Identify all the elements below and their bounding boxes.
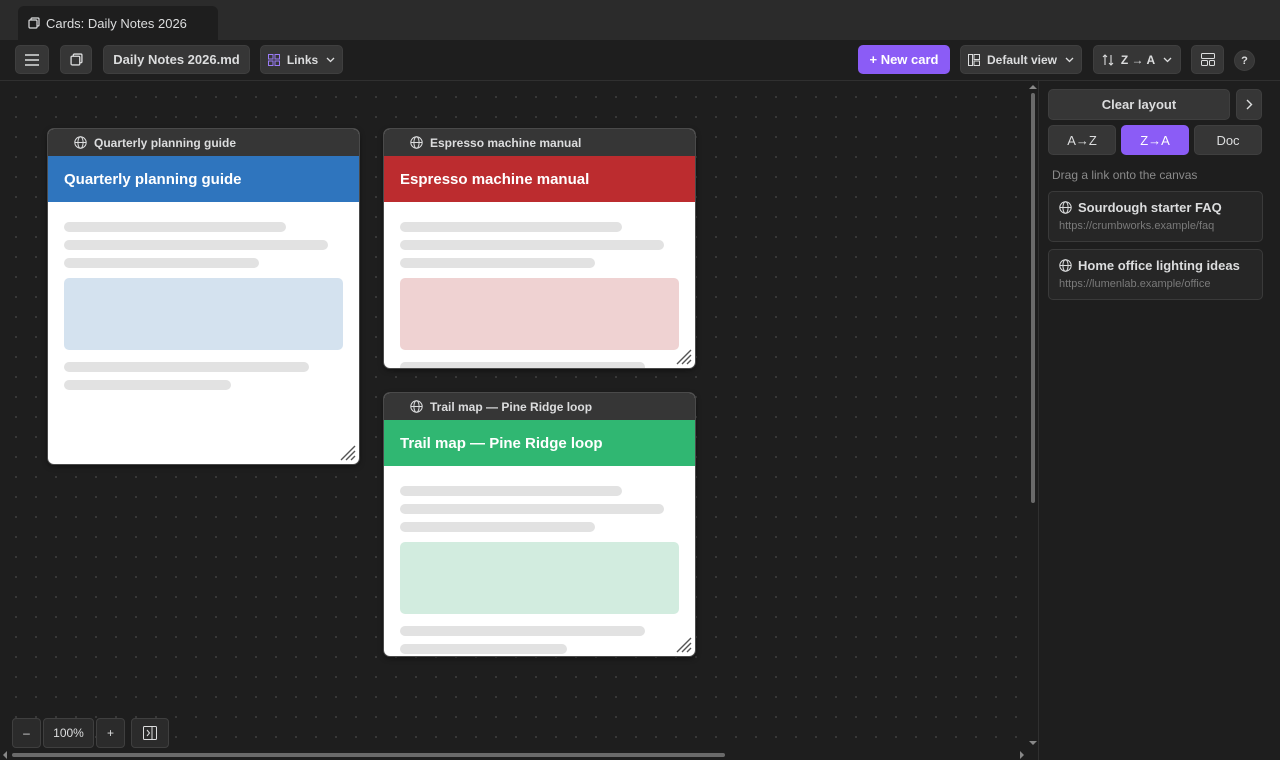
skeleton-line: [64, 222, 286, 232]
skeleton-line: [400, 222, 622, 232]
skeleton-line: [64, 240, 328, 250]
card-title: Trail map — Pine Ridge loop: [384, 420, 695, 466]
horizontal-scrollbar[interactable]: [0, 749, 1028, 760]
chevron-right-icon: [1246, 99, 1252, 110]
view-select[interactable]: Default view: [960, 45, 1082, 74]
skeleton-line: [64, 258, 259, 268]
expand-panel-button[interactable]: [1236, 89, 1262, 120]
skeleton-line: [400, 486, 622, 496]
skeleton-line: [400, 362, 645, 368]
card-header-label: Quarterly planning guide: [94, 135, 237, 150]
toolbar: Daily Notes 2026.md Links + New card Def…: [0, 40, 1280, 81]
card-title: Espresso machine manual: [384, 156, 695, 202]
globe-icon: [1059, 201, 1072, 214]
zoom-in-button[interactable]: +: [96, 718, 125, 748]
toggle-panel-button[interactable]: [1191, 45, 1224, 74]
grid-icon: [267, 53, 280, 66]
hamburger-icon: [25, 53, 39, 66]
links-panel: Clear layout A→Z Z→A Doc Drag a link ont…: [1038, 81, 1280, 760]
globe-icon: [410, 400, 423, 413]
link-url: https://lumenlab.example/office: [1059, 278, 1211, 290]
sort-az-button[interactable]: A→Z: [1048, 125, 1116, 155]
card-header-label: Trail map — Pine Ridge loop: [430, 399, 593, 414]
file-name-button[interactable]: Daily Notes 2026.md: [103, 45, 250, 74]
sort-za-button[interactable]: Z→A: [1121, 125, 1189, 155]
skeleton-line: [400, 240, 664, 250]
horizontal-scroll-thumb[interactable]: [12, 753, 725, 757]
resize-handle-icon[interactable]: [336, 441, 356, 461]
image-placeholder: [64, 278, 343, 350]
chevron-down-icon: [1065, 57, 1074, 62]
card-header[interactable]: Trail map — Pine Ridge loop: [384, 393, 695, 420]
canvas[interactable]: Quarterly planning guide Quarterly plann…: [0, 81, 1028, 749]
card-header[interactable]: Espresso machine manual: [384, 129, 695, 156]
sort-select[interactable]: Z → A: [1093, 45, 1181, 74]
copy-icon: [28, 17, 40, 29]
card-preview: [48, 202, 359, 390]
link-url: https://crumbworks.example/faq: [1059, 220, 1215, 232]
scroll-left-icon[interactable]: [1, 750, 9, 760]
zoom-controls: – 100% +: [12, 718, 169, 748]
fit-view-icon: [143, 726, 157, 740]
new-card-button[interactable]: + New card: [858, 45, 950, 74]
chevron-down-icon: [1163, 57, 1172, 62]
skeleton-line: [64, 362, 309, 372]
help-button[interactable]: ?: [1234, 50, 1255, 71]
tab-title: Cards: Daily Notes 2026: [46, 15, 187, 31]
vertical-scroll-thumb[interactable]: [1031, 93, 1035, 503]
card-trail-map[interactable]: Trail map — Pine Ridge loop Trail map — …: [384, 393, 695, 656]
menu-button[interactable]: [15, 45, 49, 74]
link-item-sourdough[interactable]: Sourdough starter FAQ https://crumbworks…: [1048, 191, 1263, 242]
skeleton-line: [400, 626, 645, 636]
sort-icon: [1102, 53, 1114, 66]
zoom-out-button[interactable]: –: [12, 718, 41, 748]
layout-icon: [967, 53, 980, 66]
skeleton-line: [400, 522, 595, 532]
panel-icon: [1200, 53, 1215, 66]
links-label: Links: [286, 52, 319, 67]
image-placeholder: [400, 542, 679, 614]
globe-icon: [1059, 259, 1072, 272]
card-preview: [384, 466, 695, 654]
fit-view-button[interactable]: [131, 718, 169, 748]
card-header-label: Espresso machine manual: [430, 135, 582, 150]
globe-icon: [74, 136, 87, 149]
tab-cards-daily-notes[interactable]: Cards: Daily Notes 2026: [18, 6, 218, 40]
vertical-scrollbar[interactable]: [1028, 81, 1038, 749]
scroll-right-icon[interactable]: [1018, 750, 1026, 760]
view-label: Default view: [986, 52, 1058, 67]
skeleton-line: [400, 504, 664, 514]
image-placeholder: [400, 278, 679, 350]
scroll-down-icon[interactable]: [1028, 739, 1038, 747]
skeleton-line: [64, 380, 231, 390]
drag-hint: Drag a link onto the canvas: [1052, 168, 1198, 182]
scroll-up-icon[interactable]: [1028, 83, 1038, 91]
resize-handle-icon[interactable]: [672, 633, 692, 653]
card-header[interactable]: Quarterly planning guide: [48, 129, 359, 156]
card-espresso-manual[interactable]: Espresso machine manual Espresso machine…: [384, 129, 695, 368]
sort-label: Z → A: [1120, 52, 1156, 67]
skeleton-line: [400, 644, 567, 654]
sort-doc-button[interactable]: Doc: [1194, 125, 1262, 155]
card-preview: [384, 202, 695, 368]
card-title: Quarterly planning guide: [48, 156, 359, 202]
card-quarterly-planning[interactable]: Quarterly planning guide Quarterly plann…: [48, 129, 359, 464]
link-title: Home office lighting ideas: [1078, 258, 1240, 273]
tab-strip: Cards: Daily Notes 2026: [0, 0, 1280, 40]
links-button[interactable]: Links: [260, 45, 343, 74]
chevron-down-icon: [326, 57, 335, 62]
link-item-home-office[interactable]: Home office lighting ideas https://lumen…: [1048, 249, 1263, 300]
clear-layout-button[interactable]: Clear layout: [1048, 89, 1230, 120]
duplicate-button[interactable]: [60, 45, 92, 74]
copy-icon: [69, 53, 83, 66]
globe-icon: [410, 136, 423, 149]
resize-handle-icon[interactable]: [672, 345, 692, 365]
zoom-level[interactable]: 100%: [43, 718, 94, 748]
skeleton-line: [400, 258, 595, 268]
link-title: Sourdough starter FAQ: [1078, 200, 1222, 215]
